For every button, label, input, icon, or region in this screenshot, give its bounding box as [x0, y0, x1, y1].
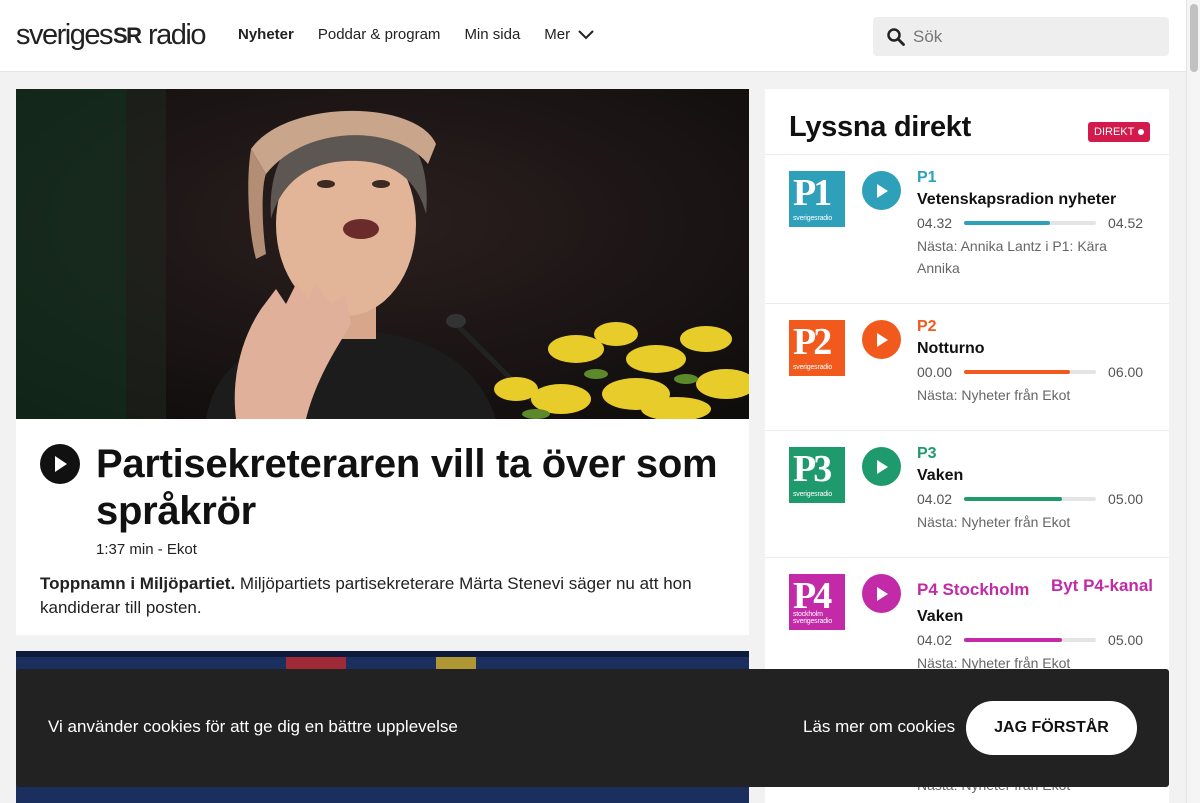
- p4-logo-sub: stockholm sverigesradio: [793, 611, 833, 625]
- p4-logo-text: P4: [793, 575, 832, 617]
- cookie-more-link[interactable]: Läs mer om cookies: [803, 717, 955, 737]
- p4-progress-bar: [964, 638, 1097, 642]
- top-article[interactable]: Partisekreteraren vill ta över som språk…: [16, 89, 749, 635]
- article-play-button[interactable]: [40, 444, 80, 484]
- p1-start-time: 04.32: [917, 215, 953, 231]
- nav-poddar-program[interactable]: Poddar & program: [318, 26, 441, 43]
- logo-text-left: sveriges: [16, 18, 114, 51]
- p1-logo-text: P1: [793, 172, 832, 214]
- p3-next: Nästa: Nyheter från Ekot: [917, 514, 1071, 530]
- p1-program[interactable]: Vetenskapsradion nyheter: [917, 191, 1145, 209]
- p2-start-time: 00.00: [917, 364, 953, 380]
- sveriges-radio-logo[interactable]: sveriges SR radio: [16, 18, 207, 52]
- p1-play-button[interactable]: [862, 171, 901, 210]
- nav-mer[interactable]: Mer: [544, 26, 594, 43]
- p3-progress-fill: [964, 497, 1062, 501]
- search-box[interactable]: [873, 17, 1169, 56]
- p2-channel-name[interactable]: P2: [917, 318, 1145, 336]
- cookie-banner: Vi använder cookies för att ge dig en bä…: [16, 669, 1169, 787]
- p1-logo[interactable]: P1 sverigesradio: [789, 171, 845, 227]
- p3-program[interactable]: Vaken: [917, 467, 1145, 485]
- direkt-badge-label: DIREKT: [1094, 126, 1135, 138]
- p3-logo[interactable]: P3 sverigesradio: [789, 447, 845, 503]
- live-title: Lyssna direkt: [789, 111, 971, 143]
- play-icon: [876, 586, 888, 601]
- nav-mer-label: Mer: [544, 26, 571, 43]
- p3-logo-sub: sverigesradio: [793, 491, 833, 498]
- live-dot-icon: [1138, 129, 1145, 135]
- article-image[interactable]: [16, 89, 749, 419]
- p2-logo-sub: sverigesradio: [793, 364, 833, 371]
- nav-nyheter[interactable]: Nyheter: [238, 26, 294, 43]
- scrollbar-thumb[interactable]: [1190, 4, 1198, 72]
- p2-progress-bar: [964, 370, 1097, 374]
- site-header: sveriges SR radio Nyheter Poddar & progr…: [0, 0, 1186, 72]
- p1-progress-bar: [964, 221, 1097, 225]
- logo-text-right: radio: [148, 18, 207, 51]
- channel-p1: P1 sverigesradio P1 Vetenskapsradion nyh…: [765, 155, 1169, 304]
- p4-start-time: 04.02: [917, 632, 953, 648]
- p4-progress-fill: [964, 638, 1062, 642]
- channel-p2: P2 sverigesradio P2 Notturno 00.00 06.00…: [765, 304, 1169, 431]
- svg-text:SR: SR: [113, 24, 142, 46]
- p3-end-time: 05.00: [1108, 491, 1144, 507]
- page-scrollbar[interactable]: [1186, 0, 1200, 803]
- play-icon: [55, 456, 67, 472]
- search-icon: [887, 27, 905, 46]
- main-nav: Nyheter Poddar & program Min sida Mer: [238, 26, 594, 43]
- p2-logo-text: P2: [793, 321, 832, 363]
- p2-progress-fill: [964, 370, 1070, 374]
- p2-play-button[interactable]: [862, 320, 901, 359]
- p3-start-time: 04.02: [917, 491, 953, 507]
- p4-play-button[interactable]: [862, 574, 901, 613]
- chevron-down-icon: [578, 29, 594, 39]
- p4-end-time: 05.00: [1108, 632, 1144, 648]
- play-icon: [876, 332, 888, 347]
- p2-logo[interactable]: P2 sverigesradio: [789, 320, 845, 376]
- p1-next: Nästa: Annika Lantz i P1: Kära Annika: [917, 238, 1107, 276]
- sr-mark: SR: [113, 24, 147, 46]
- p3-logo-text: P3: [793, 448, 832, 490]
- article-lead-bold: Toppnamn i Miljöpartiet.: [40, 574, 236, 593]
- article-lead: Toppnamn i Miljöpartiet. Miljöpartiets p…: [40, 572, 725, 620]
- article-body: Partisekreteraren vill ta över som språk…: [16, 419, 749, 620]
- p4-channel-name[interactable]: P4 Stockholm: [917, 580, 1145, 600]
- play-icon: [876, 183, 888, 198]
- p1-logo-sub: sverigesradio: [793, 215, 833, 222]
- p2-end-time: 06.00: [1108, 364, 1144, 380]
- channel-p3: P3 sverigesradio P3 Vaken 04.02 05.00 Nä…: [765, 431, 1169, 558]
- article-meta: 1:37 min - Ekot: [96, 541, 197, 558]
- cookie-text: Vi använder cookies för att ge dig en bä…: [48, 717, 458, 736]
- p3-progress-bar: [964, 497, 1097, 501]
- p1-progress-fill: [964, 221, 1050, 225]
- p1-channel-name[interactable]: P1: [917, 169, 1145, 187]
- p4-logo[interactable]: P4 stockholm sverigesradio: [789, 574, 845, 630]
- nav-min-sida[interactable]: Min sida: [464, 26, 520, 43]
- p2-next: Nästa: Nyheter från Ekot: [917, 387, 1071, 403]
- p2-program[interactable]: Notturno: [917, 340, 1145, 358]
- cookie-accept-button[interactable]: JAG FÖRSTÅR: [966, 701, 1137, 755]
- article-headline[interactable]: Partisekreteraren vill ta över som språk…: [96, 441, 725, 535]
- p3-play-button[interactable]: [862, 447, 901, 486]
- p1-end-time: 04.52: [1108, 215, 1144, 231]
- direkt-badge: DIREKT: [1088, 122, 1151, 142]
- p3-channel-name[interactable]: P3: [917, 445, 1145, 463]
- play-icon: [876, 459, 888, 474]
- search-input[interactable]: [913, 26, 1153, 47]
- p4-program[interactable]: Vaken: [917, 608, 1145, 626]
